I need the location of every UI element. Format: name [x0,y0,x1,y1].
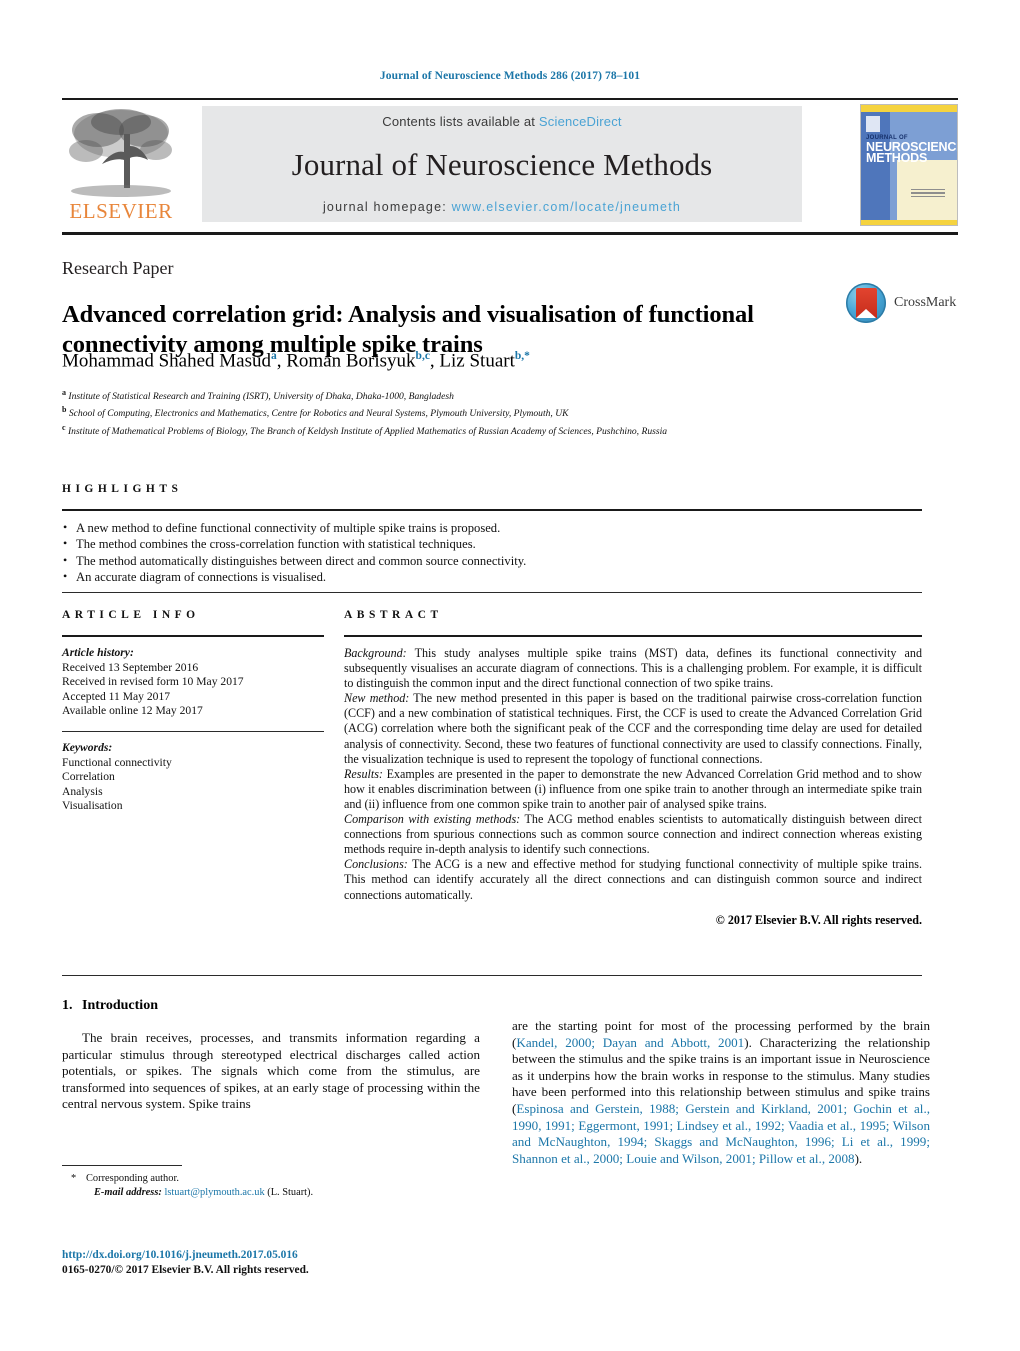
abstract-copyright: © 2017 Elsevier B.V. All rights reserved… [715,912,922,927]
crossmark-notch-icon [855,309,876,318]
highlights-bottom-rule [62,592,922,593]
cover-line3-text: METHODS [866,151,928,165]
body-column-left: 1. Introduction The brain receives, proce… [62,998,480,1113]
abstract-paragraph: Conclusions: The ACG is a new and effect… [344,857,922,902]
intro-paragraph-right: are the starting point for most of the p… [512,1018,930,1166]
footnote-rule [62,1165,182,1166]
homepage-prefix: journal homepage: [322,200,452,214]
keyword-item: Visualisation [62,799,123,813]
doi-link[interactable]: http://dx.doi.org/10.1016/j.jneumeth.201… [62,1249,298,1261]
body-column-right: are the starting point for most of the p… [512,1018,930,1167]
footnote-block: * Corresponding author. E-mail address: … [62,1172,480,1199]
abstract-lead: New method: [344,691,410,706]
email-label: E-mail address: [94,1186,162,1198]
cover-top-stripe [861,105,957,112]
affiliation-list: a Institute of Statistical Research and … [62,386,922,438]
journal-masthead: ELSEVIER Contents lists available at Sci… [62,104,958,226]
abstract-lead: Comparison with existing methods: [344,812,521,827]
article-info-divider [62,730,324,732]
abstract-lead: Conclusions: [344,857,408,872]
crossmark-circle-icon [846,283,886,323]
citation-link[interactable]: Kandel, 2000; Dayan and Abbott, 2001 [516,1035,744,1050]
abstract-lead: Background: [344,646,407,660]
article-history-heading: Article history: [62,646,134,659]
highlight-item: The method automatically distinguishes b… [62,552,922,569]
crossmark-label: CrossMark [894,295,957,310]
footnote-asterisk-icon: * [71,1173,77,1184]
paper-page: Journal of Neuroscience Methods 286 (201… [0,0,1020,1351]
elsevier-logo: ELSEVIER [62,106,180,224]
journal-title: Journal of Neuroscience Methods [291,147,713,182]
contents-prefix: Contents lists available at [382,114,539,129]
intro-paragraph-left: The brain receives, processes, and trans… [62,1030,480,1112]
highlights-list: A new method to define functional connec… [62,519,922,586]
author-list: Mohammad Shahed Masuda, Roman Borisyukb,… [62,350,530,372]
journal-cover-thumbnail: JOURNAL OF NEUROSCIENCE METHODS [860,104,958,226]
article-type: Research Paper [62,258,174,278]
abstract-paragraph: Results: Examples are presented in the p… [344,766,922,811]
affiliation-item: b School of Computing, Electronics and M… [62,405,569,420]
cover-elsevier-mark-icon [866,116,880,132]
highlights-rule [62,509,922,511]
section-heading-introduction: 1. Introduction [62,998,480,1014]
journal-homepage-link[interactable]: www.elsevier.com/locate/jneumeth [452,200,681,214]
email-line: E-mail address: lstuart@plymouth.ac.uk (… [62,1186,480,1200]
doi-block: http://dx.doi.org/10.1016/j.jneumeth.201… [62,1248,492,1278]
abstract-paragraph: Comparison with existing methods: The AC… [344,812,922,857]
sciencedirect-link[interactable]: ScienceDirect [539,114,622,129]
affiliation-item: c Institute of Mathematical Problems of … [62,422,668,437]
email-link[interactable]: lstuart@plymouth.ac.uk [164,1187,264,1198]
journal-band: Contents lists available at ScienceDirec… [202,106,802,222]
keywords-heading: Keywords: [62,740,113,754]
article-info-section: ARTICLE INFO Article history: Received 1… [62,609,324,814]
abstract-section: ABSTRACT Background: This study analyses… [344,609,922,928]
section-title: Introduction [82,998,158,1013]
body-top-rule [62,975,922,976]
affiliation-item: a Institute of Statistical Research and … [62,388,454,403]
section-number: 1. [62,998,73,1013]
keywords-block: Keywords: Functional connectivity Correla… [62,741,324,814]
highlights-section: HIGHLIGHTS A new method to define functi… [62,483,922,586]
abstract-lead: Results: [344,766,383,781]
article-history-item: Available online 12 May 2017 [62,704,203,718]
elsevier-wordmark: ELSEVIER [69,199,173,223]
highlight-item: The method combines the cross-correlatio… [62,535,922,552]
elsevier-tree-icon [69,109,172,197]
abstract-paragraph: Background: This study analyses multiple… [344,646,922,691]
abstract-rule [344,635,922,637]
abstract-paragraph: New method: The new method presented in … [344,691,922,766]
highlights-label: HIGHLIGHTS [62,483,183,495]
keyword-item: Functional connectivity [62,755,172,769]
article-history-item: Received in revised form 10 May 2017 [62,675,244,689]
citation-link[interactable]: Espinosa and Gerstein, 1988; Gerstein an… [512,1101,930,1166]
keyword-item: Analysis [62,784,103,798]
running-header: Journal of Neuroscience Methods 286 (201… [379,70,641,82]
contents-line: Contents lists available at ScienceDirec… [382,114,621,129]
corresponding-author-line: Corresponding author. [86,1173,179,1184]
keywords-lines: Functional connectivity Correlation Analys… [62,756,324,814]
article-history-item: Received 13 September 2016 [62,660,199,674]
highlight-item: A new method to define functional connec… [62,519,922,536]
cover-line2: NEUROSCIENCE METHODS [866,141,957,165]
masthead-bottom-rule [62,232,958,235]
cover-bottom-stripe [861,220,957,225]
cover-placeholder-lines [911,188,945,200]
article-history-block: Article history: Received 13 September 2… [62,646,324,719]
article-history-item: Accepted 11 May 2017 [62,689,171,703]
abstract-body: Background: This study analyses multiple… [344,646,922,903]
crossmark-badge[interactable]: CrossMark [846,283,956,325]
email-suffix: (L. Stuart). [264,1186,314,1198]
highlight-item: An accurate diagram of connections is vi… [62,568,922,585]
article-history-lines: Received 13 September 2016 Received in re… [62,661,324,719]
masthead-top-rule [62,98,958,100]
keyword-item: Correlation [62,770,115,784]
article-info-rule [62,635,324,637]
issn-copyright-line: 0165-0270/© 2017 Elsevier B.V. All right… [62,1264,309,1276]
journal-homepage-line: journal homepage: www.elsevier.com/locat… [323,200,681,214]
article-info-label: ARTICLE INFO [62,609,200,621]
abstract-label: ABSTRACT [344,609,443,621]
